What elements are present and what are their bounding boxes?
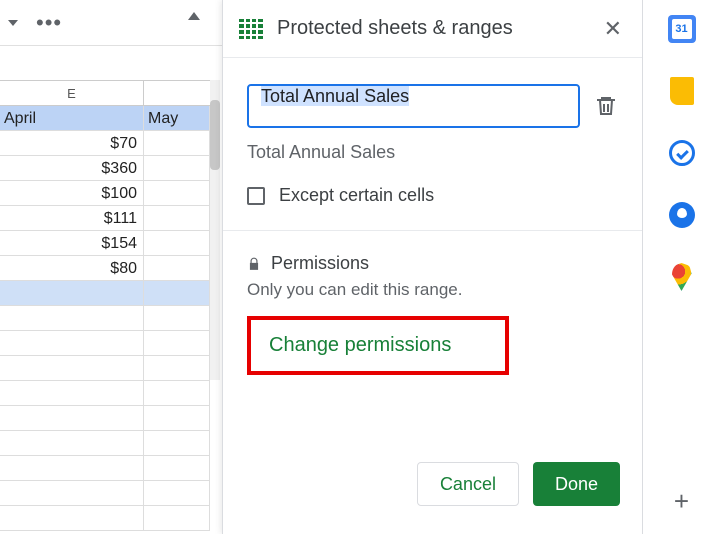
- cell[interactable]: [0, 406, 144, 430]
- permissions-section: Permissions Only you can edit this range…: [247, 231, 618, 375]
- cell[interactable]: [144, 131, 210, 155]
- cell[interactable]: [144, 156, 210, 180]
- cell[interactable]: $111: [0, 206, 144, 230]
- cell[interactable]: $70: [0, 131, 144, 155]
- range-name-label: Total Annual Sales: [247, 142, 618, 163]
- cell[interactable]: [144, 431, 210, 455]
- table-row[interactable]: $154: [0, 231, 210, 256]
- table-row[interactable]: [0, 431, 210, 456]
- table-row[interactable]: [0, 381, 210, 406]
- cell[interactable]: [0, 331, 144, 355]
- table-row[interactable]: [0, 406, 210, 431]
- more-icon[interactable]: •••: [36, 18, 62, 28]
- header-row[interactable]: April May: [0, 106, 210, 131]
- table-row[interactable]: [0, 506, 210, 531]
- description-input[interactable]: Total Annual Sales: [247, 84, 580, 128]
- vertical-scrollbar-thumb[interactable]: [210, 100, 220, 170]
- cell[interactable]: [144, 381, 210, 405]
- cell[interactable]: [0, 506, 144, 530]
- permissions-description: Only you can edit this range.: [247, 280, 618, 300]
- column-header-f[interactable]: [144, 81, 210, 105]
- table-row[interactable]: $111: [0, 206, 210, 231]
- cell[interactable]: [0, 306, 144, 330]
- table-row[interactable]: [0, 456, 210, 481]
- description-row: Total Annual Sales: [247, 84, 618, 128]
- column-headers: E: [0, 80, 210, 106]
- cell[interactable]: [144, 356, 210, 380]
- cell[interactable]: $154: [0, 231, 144, 255]
- table-row[interactable]: [0, 481, 210, 506]
- maps-icon[interactable]: [667, 262, 697, 292]
- toolbar-divider: [0, 45, 222, 46]
- lock-icon: [247, 257, 261, 271]
- cell[interactable]: April: [0, 106, 144, 130]
- contacts-icon[interactable]: [667, 200, 697, 230]
- table-row[interactable]: [0, 331, 210, 356]
- close-icon[interactable]: ✕: [600, 12, 626, 46]
- cell[interactable]: [144, 181, 210, 205]
- table-row[interactable]: $80: [0, 256, 210, 281]
- cell[interactable]: [144, 231, 210, 255]
- table-row[interactable]: [0, 281, 210, 306]
- cell[interactable]: [144, 406, 210, 430]
- keep-icon[interactable]: [667, 76, 697, 106]
- cell[interactable]: [0, 481, 144, 505]
- cell[interactable]: [0, 456, 144, 480]
- column-header-e[interactable]: E: [0, 81, 144, 105]
- rows-area: April May $70 $360 $100 $111 $154 $80: [0, 106, 210, 531]
- table-row[interactable]: $100: [0, 181, 210, 206]
- cell[interactable]: $100: [0, 181, 144, 205]
- sheets-icon: [239, 19, 263, 39]
- table-row[interactable]: $70: [0, 131, 210, 156]
- spreadsheet-area: ••• E April May $70 $360 $100 $111 $154 …: [0, 0, 222, 534]
- panel-header: Protected sheets & ranges ✕: [223, 0, 642, 58]
- cell[interactable]: $80: [0, 256, 144, 280]
- table-row[interactable]: [0, 306, 210, 331]
- except-row: Except certain cells: [247, 185, 618, 206]
- dropdown-arrow-icon[interactable]: [8, 20, 18, 26]
- except-checkbox[interactable]: [247, 187, 265, 205]
- cell[interactable]: [0, 356, 144, 380]
- footer-buttons: Cancel Done: [417, 462, 620, 506]
- cell[interactable]: May: [144, 106, 210, 130]
- cell[interactable]: [144, 281, 210, 305]
- cell[interactable]: [144, 456, 210, 480]
- cell[interactable]: [144, 306, 210, 330]
- table-row[interactable]: $360: [0, 156, 210, 181]
- calendar-icon[interactable]: [667, 14, 697, 44]
- cell[interactable]: [144, 256, 210, 280]
- cell[interactable]: $360: [0, 156, 144, 180]
- add-addon-icon[interactable]: +: [667, 486, 697, 516]
- panel-title: Protected sheets & ranges: [277, 17, 600, 40]
- cell[interactable]: [144, 206, 210, 230]
- tasks-icon[interactable]: [667, 138, 697, 168]
- side-panel-rail: +: [642, 0, 720, 534]
- change-permissions-highlight: Change permissions: [247, 316, 509, 375]
- trash-icon[interactable]: [594, 94, 618, 118]
- cell[interactable]: [0, 431, 144, 455]
- panel-body: Total Annual Sales Total Annual Sales Ex…: [223, 58, 642, 375]
- cell[interactable]: [0, 381, 144, 405]
- cell[interactable]: [144, 481, 210, 505]
- cancel-button[interactable]: Cancel: [417, 462, 519, 506]
- protected-ranges-panel: Protected sheets & ranges ✕ Total Annual…: [222, 0, 642, 534]
- permissions-title: Permissions: [271, 253, 369, 274]
- except-label: Except certain cells: [279, 185, 434, 206]
- change-permissions-link[interactable]: Change permissions: [269, 334, 451, 356]
- cell[interactable]: [144, 506, 210, 530]
- cell[interactable]: [144, 331, 210, 355]
- done-button[interactable]: Done: [533, 462, 620, 506]
- table-row[interactable]: [0, 356, 210, 381]
- permissions-header: Permissions: [247, 253, 618, 274]
- cell[interactable]: [0, 281, 144, 305]
- collapse-up-icon[interactable]: [188, 12, 200, 20]
- toolbar-fragment: •••: [0, 0, 222, 45]
